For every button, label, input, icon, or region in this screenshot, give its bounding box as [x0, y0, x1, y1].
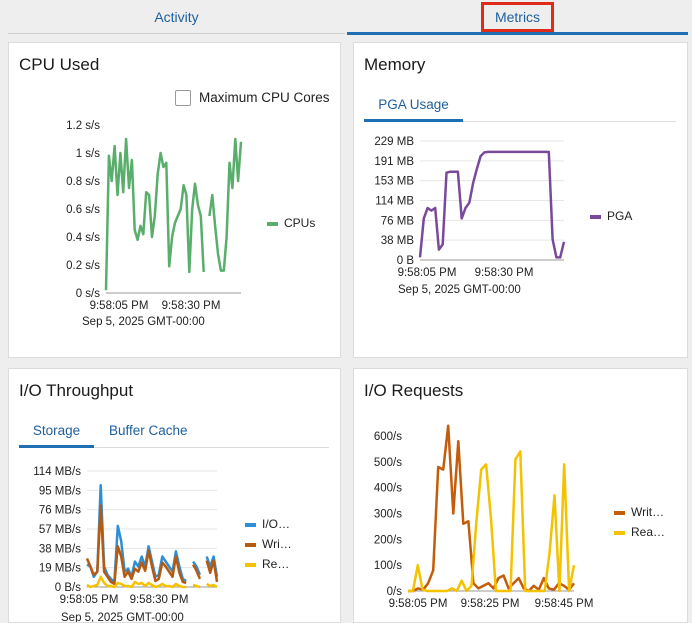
cpu-legend: CPUs: [267, 213, 315, 233]
subtab-buffer-cache[interactable]: Buffer Cache: [109, 419, 199, 445]
y-tick-label: 76 MB: [381, 215, 415, 227]
legend-swatch: [267, 221, 278, 226]
x-tick-label: 9:58:30 PM: [130, 594, 189, 606]
legend-swatch: [245, 522, 256, 527]
legend-label: I/O…: [262, 517, 291, 531]
cpu-date-label: Sep 5, 2025 GMT-00:00: [82, 316, 205, 328]
legend-swatch: [245, 562, 256, 567]
memory-date-label: Sep 5, 2025 GMT-00:00: [398, 284, 521, 296]
y-tick-label: 76 MB/s: [39, 505, 81, 517]
io-throughput-subtabs: Storage Buffer Cache: [19, 419, 329, 448]
legend-item: Wri…: [245, 534, 292, 554]
memory-card: Memory PGA Usage 229 MB 191 MB 153 MB 114 M…: [353, 42, 688, 358]
io-throughput-legend: I/O… Wri… Re…: [245, 514, 292, 574]
y-tick-label: 0.8 s/s: [66, 176, 100, 188]
y-tick-label: 1.2 s/s: [66, 120, 100, 132]
y-tick-label: 100/s: [374, 560, 402, 572]
y-tick-label: 57 MB/s: [39, 524, 81, 536]
legend-label: Rea…: [631, 525, 666, 539]
y-tick-label: 38 MB: [381, 235, 415, 247]
legend-item: I/O…: [245, 514, 292, 534]
maximum-cpu-cores-checkbox[interactable]: Maximum CPU Cores: [175, 90, 330, 107]
memory-chart: 229 MB191 MB153 MB114 MB76 MB38 MB0 B9:5…: [374, 136, 566, 279]
y-tick-label: 600/s: [374, 431, 402, 443]
legend-item: Rea…: [614, 522, 665, 542]
y-tick-label: 191 MB: [374, 156, 414, 168]
y-tick-label: 0 s/s: [76, 288, 101, 300]
x-tick-label: 9:58:05 PM: [90, 300, 149, 312]
legend-label: PGA: [607, 209, 633, 223]
io-throughput-card-title: I/O Throughput: [19, 381, 134, 400]
y-tick-label: 114 MB/s: [33, 466, 81, 478]
legend-label: Wri…: [262, 537, 292, 551]
x-tick-label: 9:58:25 PM: [461, 598, 520, 610]
legend-item: Re…: [245, 554, 292, 574]
y-tick-label: 114 MB: [375, 196, 414, 208]
checkbox-label: Maximum CPU Cores: [199, 90, 330, 105]
tab-metrics-label: Metrics: [480, 2, 555, 32]
io-requests-card-title: I/O Requests: [364, 381, 464, 400]
y-tick-label: 400/s: [374, 483, 402, 495]
legend-swatch: [590, 214, 601, 219]
y-tick-label: 95 MB/s: [39, 485, 81, 497]
memory-subtabs: PGA Usage: [364, 93, 676, 122]
io-throughput-card: I/O Throughput Storage Buffer Cache 114 …: [8, 368, 341, 623]
legend-item: CPUs: [267, 213, 315, 233]
io-throughput-date-label: Sep 5, 2025 GMT-00:00: [61, 612, 184, 623]
series-line-2: [86, 575, 218, 589]
x-tick-label: 9:58:05 PM: [389, 598, 448, 610]
legend-item: Writ…: [614, 502, 665, 522]
cpu-used-card: CPU Used Maximum CPU Cores 1.2 s/s 1 s/s 0…: [8, 42, 341, 358]
legend-label: CPUs: [284, 216, 316, 230]
x-tick-label: 9:58:30 PM: [162, 300, 221, 312]
x-tick-label: 9:58:30 PM: [475, 267, 534, 279]
y-tick-label: 500/s: [374, 457, 402, 469]
y-tick-label: 38 MB/s: [39, 543, 81, 555]
tab-activity[interactable]: Activity: [8, 0, 345, 34]
y-tick-label: 153 MB: [374, 176, 414, 188]
x-tick-label: 9:58:05 PM: [60, 594, 119, 606]
cpu-card-title: CPU Used: [19, 55, 100, 74]
io-requests-card: I/O Requests 600/s 500/s 400/s 300/s 200/s 10…: [353, 368, 688, 623]
checkbox-box: [175, 90, 191, 107]
series-line-0: [104, 137, 243, 291]
y-tick-label: 0.4 s/s: [66, 232, 100, 244]
y-tick-label: 200/s: [374, 534, 402, 546]
y-tick-label: 1 s/s: [76, 148, 101, 160]
legend-swatch: [614, 510, 625, 515]
y-tick-label: 0 B/s: [55, 582, 81, 594]
y-tick-label: 0/s: [387, 586, 403, 598]
y-tick-label: 300/s: [374, 509, 402, 521]
legend-swatch: [614, 530, 625, 535]
y-tick-label: 19 MB/s: [39, 563, 81, 575]
legend-swatch: [245, 542, 256, 547]
subtab-pga-usage[interactable]: PGA Usage: [364, 93, 463, 122]
subtab-storage[interactable]: Storage: [19, 419, 94, 448]
legend-item: PGA: [590, 206, 632, 226]
io-requests-legend: Writ… Rea…: [614, 502, 665, 542]
series-line-0: [418, 150, 566, 259]
memory-card-title: Memory: [364, 55, 426, 74]
legend-label: Re…: [262, 557, 290, 571]
tab-metrics[interactable]: Metrics: [347, 0, 688, 35]
y-tick-label: 0 B: [397, 255, 415, 267]
memory-legend: PGA: [590, 206, 632, 226]
x-tick-label: 9:58:45 PM: [535, 598, 594, 610]
y-tick-label: 0.2 s/s: [66, 260, 100, 272]
legend-label: Writ…: [631, 505, 665, 519]
top-tab-bar: Activity Metrics: [0, 0, 692, 36]
y-tick-label: 0.6 s/s: [66, 204, 100, 216]
y-tick-label: 229 MB: [374, 136, 414, 148]
x-tick-label: 9:58:05 PM: [398, 267, 457, 279]
